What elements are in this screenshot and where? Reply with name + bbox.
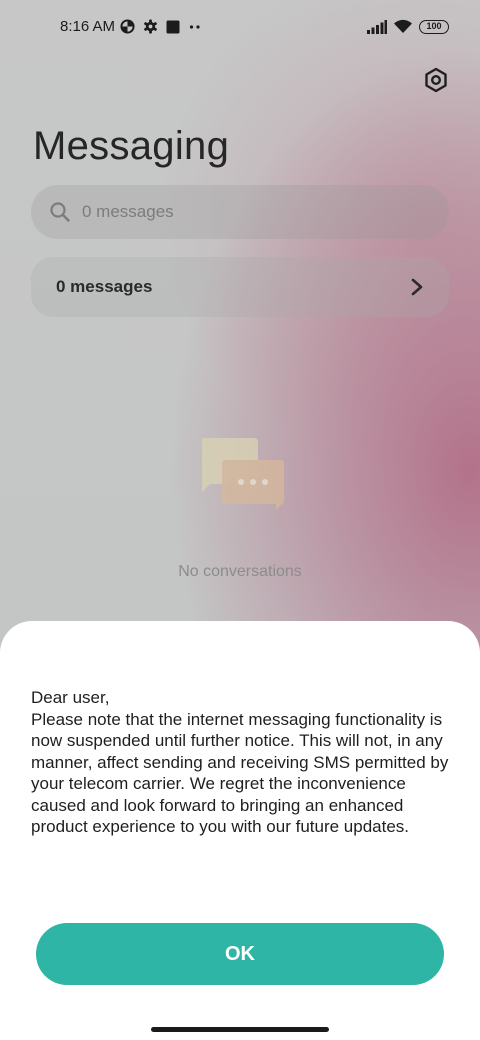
messages-row[interactable]: 0 messages (31, 257, 449, 317)
square-icon (166, 20, 180, 33)
search-placeholder: 0 messages (82, 202, 174, 221)
messages-row-label: 0 messages (56, 277, 153, 296)
battery-indicator: 100 (419, 19, 449, 34)
dialog-message: Dear user, Please note that the internet… (31, 688, 449, 836)
settings-hexagon-icon[interactable] (423, 67, 449, 93)
chat-bubbles-icon (202, 438, 284, 510)
search-bar[interactable]: 0 messages (31, 185, 449, 239)
status-icons-left (120, 19, 202, 34)
status-bar: 8:16 AM 100 (0, 14, 480, 42)
data-saver-icon (120, 19, 135, 34)
search-icon (50, 202, 70, 222)
home-indicator[interactable] (151, 1027, 329, 1032)
page-title: Messaging (33, 124, 230, 168)
gear-icon (144, 19, 157, 34)
status-time: 8:16 AM (60, 18, 116, 35)
notice-dialog: Dear user, Please note that the internet… (0, 621, 480, 1040)
messaging-screen: 8:16 AM 100 Messaging 0 messages 0 messa… (0, 0, 480, 1040)
signal-icon (367, 19, 387, 34)
ok-button[interactable]: OK (36, 923, 444, 985)
wifi-icon (394, 19, 412, 33)
empty-state-text: No conversations (178, 563, 302, 580)
status-icons-right: 100 (367, 19, 449, 34)
more-dots-icon (189, 24, 200, 29)
chevron-right-icon (411, 278, 423, 296)
